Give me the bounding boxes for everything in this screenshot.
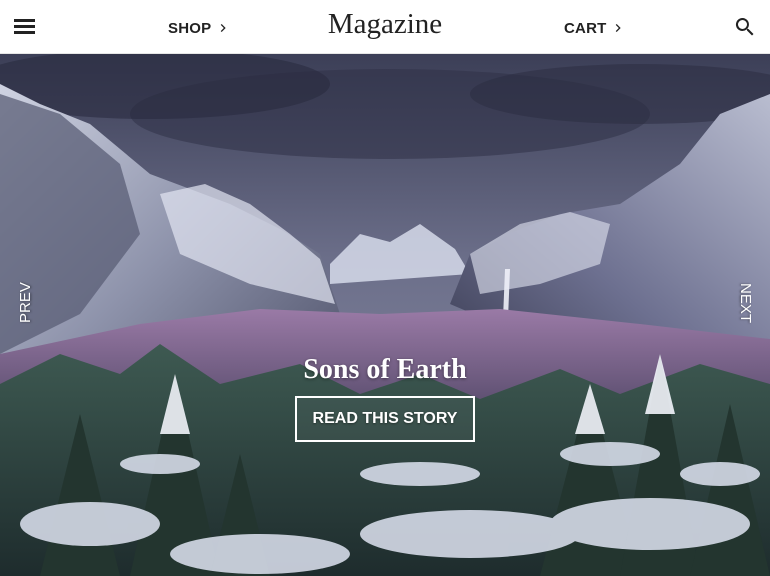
hero-background-image [0, 54, 770, 576]
hero-carousel: PREV NEXT Sons of Earth READ THIS STORY [0, 54, 770, 576]
brand-title[interactable]: Magazine [285, 8, 485, 41]
read-story-button[interactable]: READ THIS STORY [295, 396, 475, 442]
top-navigation-bar: SHOP Magazine CART [0, 0, 770, 54]
chevron-right-icon [221, 24, 226, 32]
shop-link[interactable]: SHOP [168, 19, 231, 37]
next-button[interactable]: NEXT [736, 283, 754, 323]
prev-button[interactable]: PREV [17, 282, 35, 323]
menu-icon[interactable] [12, 16, 38, 38]
chevron-right-icon [616, 24, 622, 32]
shop-label: SHOP [168, 19, 212, 37]
search-icon[interactable] [733, 15, 757, 39]
cart-label: CART [564, 19, 607, 37]
story-title: Sons of Earth [303, 354, 467, 385]
cart-link[interactable]: CART [564, 19, 626, 37]
